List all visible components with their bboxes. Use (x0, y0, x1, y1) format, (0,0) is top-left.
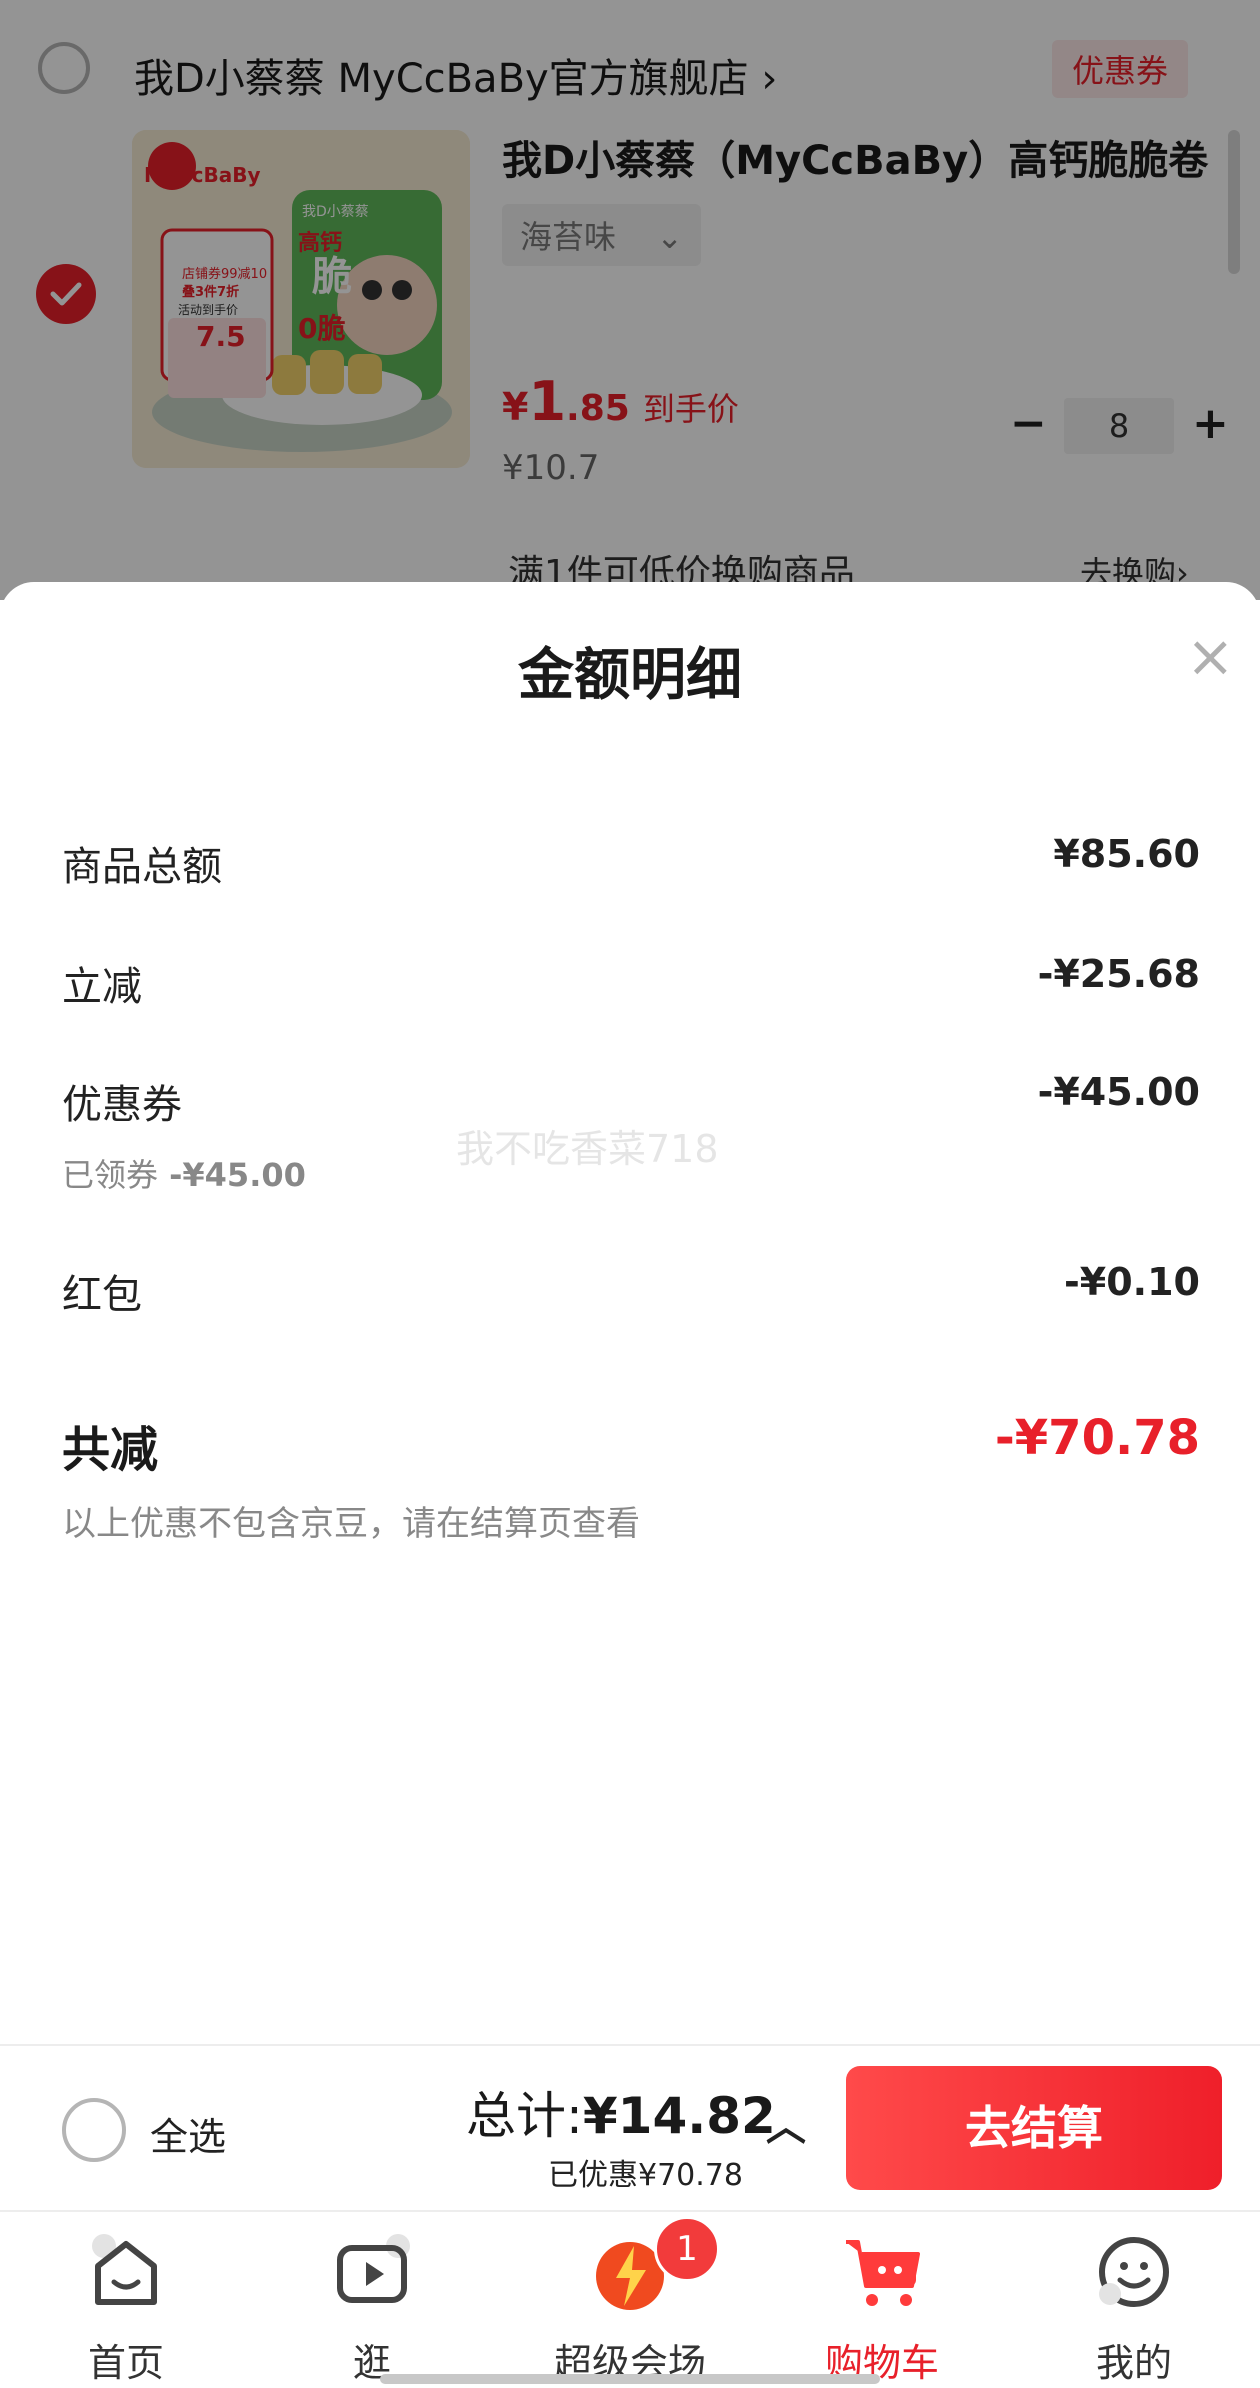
play-icon (337, 2234, 410, 2303)
watermark: 我不吃香菜718 (456, 1127, 719, 1171)
tab-home-label: 首页 (87, 2341, 164, 2385)
row-label-red-packet: 红包 (62, 1272, 142, 1318)
tab-browse[interactable]: 逛 (272, 2212, 472, 2388)
total-discount-label: 共减 (62, 1422, 159, 1478)
profile-icon (1099, 2237, 1169, 2307)
tab-profile[interactable]: 我的 (1034, 2212, 1234, 2388)
coupon-sub-label: 已领券 (62, 1156, 159, 1194)
home-icon (92, 2234, 157, 2305)
close-icon[interactable]: × (1186, 622, 1235, 690)
coupon-sub-value: -¥45.00 (169, 1156, 306, 1194)
coupon-sub-row: 已领券 -¥45.00 (62, 1150, 306, 1196)
home-indicator (380, 2374, 880, 2384)
select-all-label[interactable]: 全选 (150, 2106, 226, 2161)
cart-icon (846, 2240, 920, 2306)
modal-overlay[interactable] (0, 0, 1260, 600)
checkout-button[interactable]: 去结算 (846, 2066, 1222, 2190)
tab-home[interactable]: 首页 (26, 2212, 226, 2388)
saved-amount: 已优惠¥70.78 (548, 2158, 743, 2193)
tab-profile-label: 我的 (1095, 2341, 1172, 2385)
checkout-bar: 全选 总计:¥14.82 已优惠¥70.78 ︿ 去结算 (0, 2044, 1260, 2212)
select-all-radio[interactable] (62, 2098, 126, 2162)
tab-super-venue[interactable]: 1 超级会场 (530, 2212, 730, 2388)
amount-detail-sheet: 金额明细 × 商品总额 ¥85.60 立减 -¥25.68 优惠券 -¥45.0… (0, 582, 1260, 2042)
row-value-instant-discount: -¥25.68 (1037, 952, 1200, 996)
expand-detail-icon[interactable]: ︿ (766, 2094, 806, 2152)
row-label-goods-total: 商品总额 (62, 844, 222, 890)
row-label-instant-discount: 立减 (62, 964, 142, 1010)
row-value-goods-total: ¥85.60 (1053, 832, 1200, 876)
bottom-tab-bar: 首页 逛 1 超级会场 购物车 我的 (0, 2210, 1260, 2388)
row-value-coupon: -¥45.00 (1037, 1070, 1200, 1114)
total-amount: 总计:¥14.82 (466, 2076, 776, 2148)
row-label-coupon: 优惠券 (62, 1082, 182, 1128)
total-discount-value: -¥70.78 (994, 1410, 1200, 1466)
total-label: 总计: (466, 2087, 583, 2145)
notification-badge: 1 (654, 2216, 720, 2282)
sheet-title: 金额明细 (518, 643, 742, 708)
total-value: ¥14.82 (582, 2087, 776, 2145)
row-value-red-packet: -¥0.10 (1064, 1260, 1200, 1304)
discount-note: 以上优惠不包含京豆，请在结算页查看 (62, 1504, 640, 1544)
tab-cart[interactable]: 购物车 (782, 2212, 982, 2388)
